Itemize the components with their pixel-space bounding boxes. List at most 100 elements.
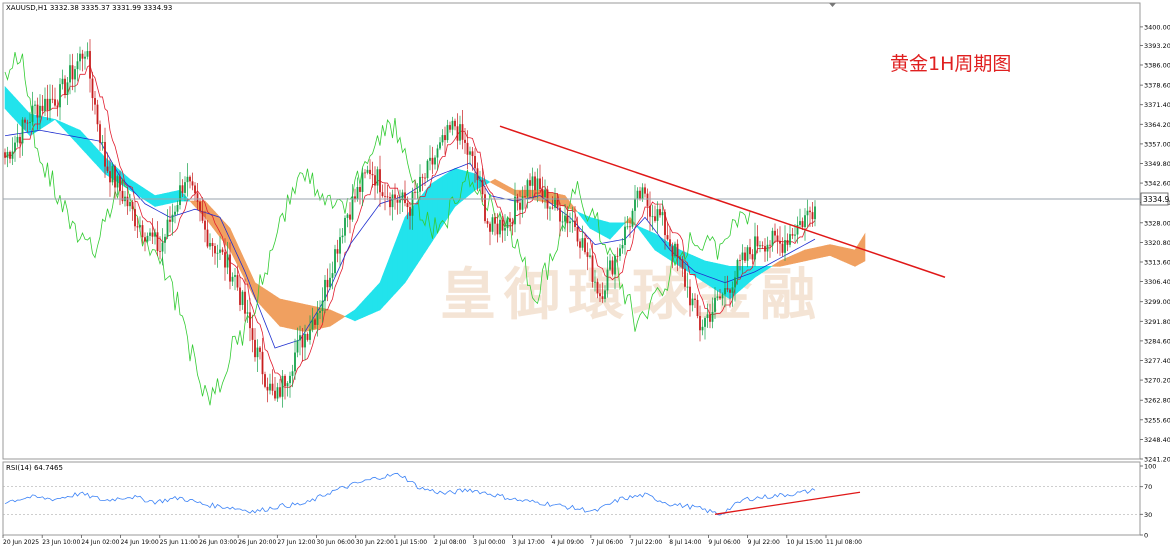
- cloud-segment: [37, 115, 41, 132]
- cloud-segment: [814, 246, 818, 260]
- cloud-segment: [214, 211, 218, 235]
- cloud-segment: [349, 310, 353, 321]
- cloud-segment: [364, 295, 368, 317]
- time-tick-label: 7 Jul 06:00: [591, 539, 623, 546]
- cloud-segment: [359, 300, 363, 320]
- cloud-segment: [357, 303, 361, 321]
- cloud-segment: [169, 191, 173, 204]
- cloud-segment: [144, 188, 148, 203]
- cloud-segment: [14, 96, 18, 123]
- cloud-segment: [172, 190, 176, 204]
- cloud-segment: [829, 244, 833, 258]
- cloud-segment: [432, 180, 436, 242]
- cloud-segment: [277, 296, 281, 327]
- price-tick-label: 3386.00: [1144, 61, 1170, 69]
- cloud-segment: [264, 288, 268, 314]
- cloud-segment: [159, 193, 163, 206]
- cloud-segment: [369, 290, 373, 315]
- cloud-segment: [822, 245, 826, 258]
- cloud-segment: [757, 266, 761, 277]
- cloud-segment: [384, 262, 388, 306]
- cloud-segment: [509, 186, 513, 195]
- cloud-segment: [842, 246, 846, 263]
- cloud-segment: [337, 312, 341, 322]
- cloud-segment: [729, 266, 733, 300]
- cloud-segment: [507, 185, 511, 194]
- time-tick-label: 8 Jul 14:00: [669, 539, 701, 546]
- cloud-segment: [789, 255, 793, 265]
- cloud-segment: [612, 222, 616, 238]
- cloud-segment: [297, 302, 301, 331]
- cloud-segment: [382, 269, 386, 308]
- cloud-segment: [649, 231, 653, 248]
- time-tick-label: 1 Jul 15:00: [395, 539, 427, 546]
- cloud-segment: [154, 194, 158, 207]
- cloud-segment: [397, 230, 401, 292]
- cloud-segment: [812, 247, 816, 260]
- price-tick-label: 3306.40: [1144, 278, 1170, 286]
- rsi-axis: 100 70 30 0: [1140, 463, 1156, 540]
- cloud-segment: [379, 276, 383, 311]
- cloud-segment: [702, 259, 706, 284]
- cloud-segment: [692, 255, 696, 277]
- cloud-segment: [594, 218, 598, 233]
- cloud-segment: [744, 266, 748, 287]
- cloud-segment: [294, 301, 298, 331]
- cloud-segment: [857, 240, 861, 266]
- cloud-segment: [862, 232, 866, 263]
- price-tick-label: 3400.00: [1144, 23, 1170, 31]
- cloud-segment: [502, 182, 506, 191]
- cloud-segment: [72, 126, 76, 142]
- cloud-segment: [847, 248, 851, 265]
- price-tick-label: 3378.60: [1144, 82, 1170, 90]
- cloud-segment: [419, 193, 423, 261]
- time-tick-label: 27 Jun 12:00: [277, 539, 315, 546]
- price-tick-label: 3284.60: [1144, 337, 1170, 345]
- cloud-segment: [442, 174, 446, 227]
- cloud-segment: [262, 287, 266, 311]
- cloud-segment: [267, 290, 271, 317]
- cloud-segment: [779, 259, 783, 267]
- cloud-segment: [167, 191, 171, 205]
- cloud-segment: [819, 245, 823, 259]
- cloud-segment: [654, 233, 658, 253]
- cloud-segment: [287, 300, 291, 329]
- cloud-segment: [299, 302, 303, 332]
- cloud-segment: [409, 206, 413, 277]
- watermark: 皇御環球金融: [440, 263, 824, 328]
- time-tick-label: 24 Jun 02:00: [81, 539, 119, 546]
- cloud-segment: [599, 219, 603, 236]
- cloud-segment: [97, 148, 101, 170]
- cloud-segment: [844, 247, 848, 264]
- cloud-segment: [717, 263, 721, 294]
- cloud-segment: [142, 186, 146, 201]
- cloud-segment: [559, 194, 563, 207]
- cloud-segment: [809, 248, 813, 261]
- cloud-segment: [89, 140, 93, 161]
- price-tick-label: 3349.80: [1144, 160, 1170, 168]
- time-axis: 20 Jun 2025 23 Jun 10:00 24 Jun 02:00 24 Ju…: [2, 535, 862, 546]
- time-tick-label: 3 Jul 00:00: [473, 539, 505, 546]
- cloud-segment: [837, 245, 841, 261]
- cloud-segment: [289, 300, 293, 330]
- cloud-segment: [157, 194, 161, 207]
- cloud-segment: [452, 167, 456, 212]
- cloud-segment: [354, 306, 358, 322]
- cloud-segment: [367, 292, 371, 316]
- cloud-segment: [707, 261, 711, 287]
- cloud-segment: [652, 232, 656, 251]
- time-tick-label: 26 Jun 20:00: [238, 539, 276, 546]
- cloud-segment: [414, 200, 418, 269]
- cloud-segment: [712, 262, 716, 290]
- cloud-segment: [42, 116, 46, 129]
- cloud-segment: [269, 291, 273, 319]
- price-tick-label: 3328.00: [1144, 219, 1170, 227]
- price-tick-label: 3313.60: [1144, 258, 1170, 266]
- cloud-segment: [797, 251, 801, 263]
- cloud-segment: [389, 249, 393, 300]
- cloud-segment: [374, 284, 378, 313]
- cloud-segment: [824, 244, 828, 257]
- cloud-segment: [99, 151, 103, 172]
- rsi-tick-label: 100: [1144, 463, 1156, 471]
- cloud-segment: [802, 249, 806, 262]
